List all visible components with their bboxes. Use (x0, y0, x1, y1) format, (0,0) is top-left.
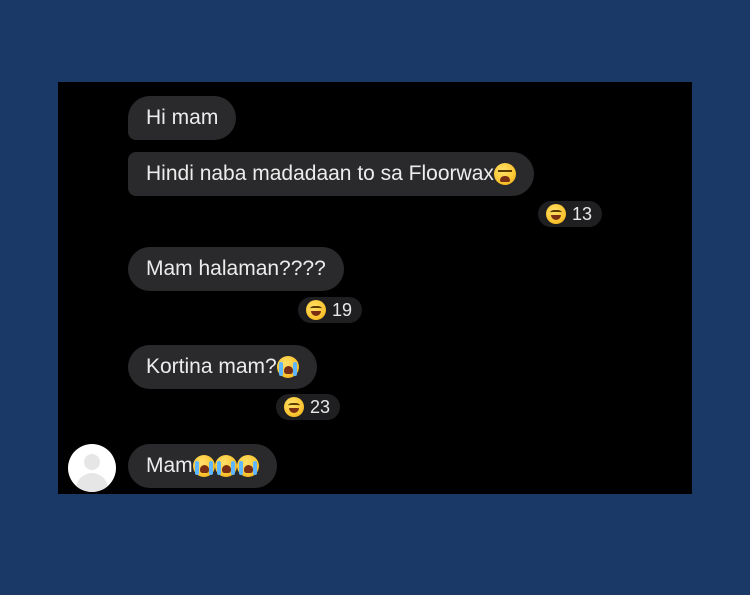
laughing-face-icon (306, 300, 326, 320)
reaction-badge[interactable]: 23 (274, 392, 343, 422)
avatar[interactable] (68, 444, 116, 492)
message-text: Mam halaman???? (146, 257, 326, 280)
loudly-crying-face-icon (236, 455, 259, 477)
message-text: Hindi naba madadaan to sa Floorwax (146, 162, 494, 185)
reaction-count: 23 (310, 396, 331, 417)
reaction-badge[interactable]: 19 (296, 295, 365, 325)
message-bubble[interactable]: Hi mam (128, 96, 237, 140)
message-bubble[interactable]: Hindi naba madadaan to sa Floorwax (128, 152, 534, 196)
avatar-head (84, 454, 100, 470)
laughing-face-icon (546, 204, 566, 224)
message-text: Kortina mam? (146, 355, 277, 378)
laughing-face-icon (284, 397, 304, 417)
reaction-count: 19 (332, 299, 353, 320)
reaction-badge[interactable]: 13 (536, 199, 605, 229)
message-text: Mam (146, 454, 193, 477)
avatar-body (76, 473, 108, 492)
loudly-crying-face-icon (192, 455, 215, 477)
loudly-crying-face-icon (276, 356, 299, 378)
loudly-crying-face-icon (214, 455, 237, 477)
reaction-count: 13 (572, 203, 593, 224)
message-text: Hi mam (146, 106, 219, 129)
chat-screenshot: Hi mam Hindi naba madadaan to sa Floorwa… (58, 82, 692, 494)
message-bubble[interactable]: Mam halaman???? (128, 247, 344, 291)
message-bubble[interactable]: Kortina mam? (128, 345, 317, 389)
tired-face-icon (493, 163, 516, 185)
message-bubble[interactable]: Mam (128, 444, 277, 488)
